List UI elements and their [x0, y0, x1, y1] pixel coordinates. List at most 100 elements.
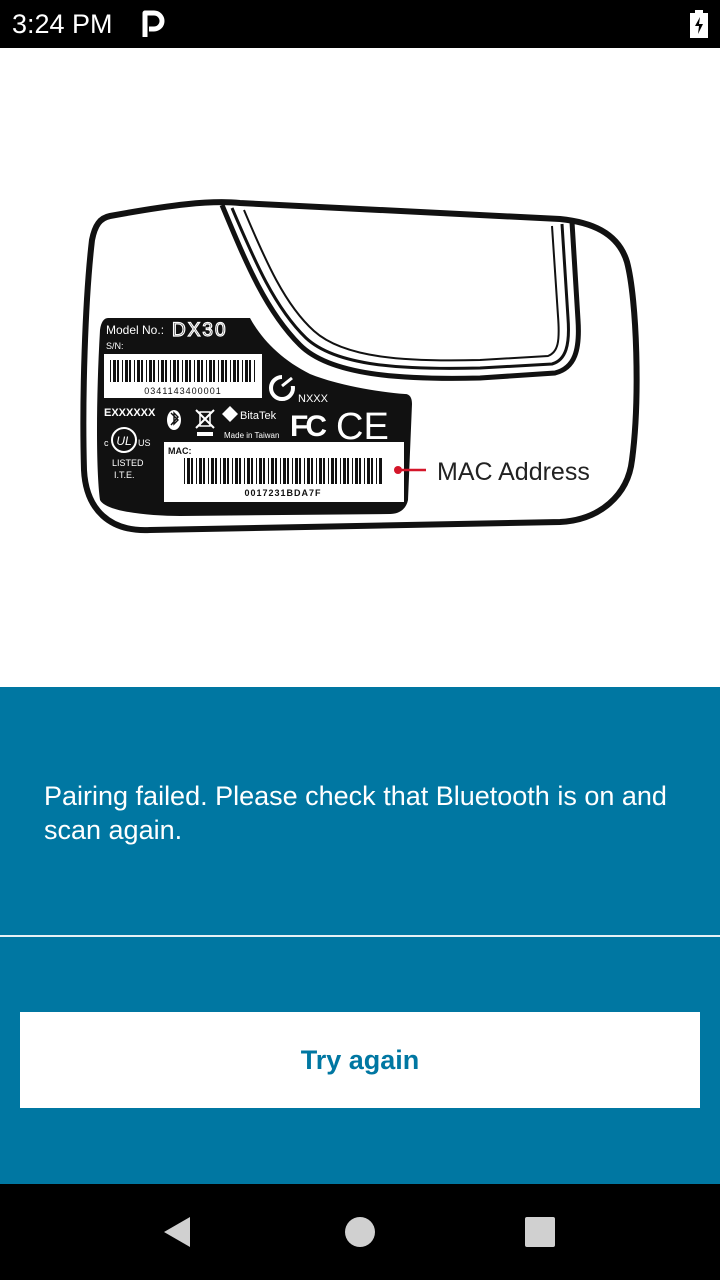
recents-square-icon — [525, 1217, 555, 1247]
barcode-stripe — [259, 458, 262, 484]
pairing-error-panel: Pairing failed. Please check that Blueto… — [0, 687, 720, 1184]
barcode-stripe — [211, 458, 214, 484]
barcode-stripe — [299, 458, 301, 484]
barcode-stripe — [110, 360, 111, 382]
barcode-stripe — [208, 458, 209, 484]
barcode-stripe — [113, 360, 116, 382]
brand-name: BitaTek — [240, 410, 277, 422]
barcode-stripe — [199, 458, 202, 484]
barcode-stripe — [177, 360, 179, 382]
barcode-stripe — [158, 360, 159, 382]
barcode-stripe — [268, 458, 269, 484]
barcode-stripe — [352, 458, 353, 484]
barcode-stripe — [340, 458, 341, 484]
barcode-stripe — [323, 458, 325, 484]
barcode-stripe — [292, 458, 293, 484]
c-tick-code: NXXX — [298, 393, 329, 405]
mac-barcode — [184, 458, 382, 484]
barcode-stripe — [203, 458, 205, 484]
listed-line-1: LISTED — [112, 458, 144, 468]
barcode-stripe — [201, 360, 203, 382]
back-triangle-icon — [164, 1217, 190, 1247]
barcode-stripe — [137, 360, 140, 382]
status-time: 3:24 PM — [12, 9, 113, 39]
barcode-stripe — [182, 360, 183, 382]
barcode-stripe — [134, 360, 135, 382]
barcode-stripe — [230, 360, 231, 382]
barcode-stripe — [187, 458, 190, 484]
barcode-stripe — [271, 458, 274, 484]
barcode-stripe — [149, 360, 152, 382]
model-label: Model No.: — [106, 323, 164, 337]
barcode-stripe — [335, 458, 337, 484]
barcode-stripe — [328, 458, 329, 484]
barcode-stripe — [343, 458, 346, 484]
barcode-stripe — [379, 458, 382, 484]
barcode-stripe — [245, 360, 248, 382]
barcode-stripe — [232, 458, 233, 484]
barcode-stripe — [185, 360, 188, 382]
cert-id: EXXXXXX — [104, 407, 156, 419]
barcode-stripe — [376, 458, 377, 484]
mac-value: 0017231BDA7F — [244, 488, 321, 498]
panel-divider — [0, 935, 720, 937]
barcode-stripe — [161, 360, 164, 382]
barcode-stripe — [196, 458, 197, 484]
model-number: DX30 — [172, 320, 228, 341]
parking-p-icon — [142, 10, 165, 37]
barcode-stripe — [364, 458, 365, 484]
barcode-stripe — [287, 458, 289, 484]
nav-recents-button[interactable] — [490, 1184, 590, 1280]
weee-bar — [197, 432, 213, 436]
barcode-stripe — [146, 360, 147, 382]
barcode-stripe — [347, 458, 349, 484]
mac-address-callout: MAC Address — [437, 458, 590, 486]
barcode-stripe — [213, 360, 215, 382]
barcode-stripe — [235, 458, 238, 484]
barcode-stripe — [233, 360, 236, 382]
nav-back-button[interactable] — [128, 1184, 228, 1280]
try-again-button[interactable]: Try again — [20, 1012, 700, 1108]
barcode-stripe — [311, 458, 313, 484]
barcode-stripe — [117, 360, 119, 382]
barcode-stripe — [206, 360, 207, 382]
barcode-stripe — [129, 360, 131, 382]
barcode-stripe — [173, 360, 176, 382]
barcode-stripe — [215, 458, 217, 484]
barcode-stripe — [247, 458, 250, 484]
barcode-stripe — [304, 458, 305, 484]
barcode-stripe — [242, 360, 243, 382]
barcode-stripe — [331, 458, 334, 484]
pairing-error-message: Pairing failed. Please check that Blueto… — [44, 781, 667, 845]
barcode-stripe — [319, 458, 322, 484]
barcode-stripe — [220, 458, 221, 484]
battery-charging-icon — [690, 10, 708, 38]
barcode-stripe — [223, 458, 226, 484]
listed-line-2: I.T.E. — [114, 470, 135, 480]
nav-home-button[interactable] — [310, 1184, 410, 1280]
barcode-stripe — [218, 360, 219, 382]
sn-label: S/N: — [106, 341, 124, 351]
ul-left: c — [104, 438, 109, 448]
barcode-stripe — [283, 458, 286, 484]
system-nav-bar — [0, 1184, 720, 1280]
barcode-stripe — [316, 458, 317, 484]
barcode-stripe — [280, 458, 281, 484]
barcode-stripe — [153, 360, 155, 382]
barcode-stripe — [254, 360, 255, 382]
sn-value: 0341143400001 — [144, 386, 221, 396]
barcode-stripe — [197, 360, 200, 382]
barcode-stripe — [227, 458, 229, 484]
barcode-stripe — [371, 458, 373, 484]
ce-mark: CE — [336, 406, 389, 448]
barcode-stripe — [295, 458, 298, 484]
barcode-stripe — [125, 360, 128, 382]
ul-mark: UL — [116, 434, 131, 448]
status-bar: 3:24 PM — [0, 0, 720, 48]
barcode-stripe — [249, 360, 251, 382]
mac-label: MAC: — [168, 446, 192, 456]
barcode-stripe — [189, 360, 191, 382]
barcode-stripe — [239, 458, 241, 484]
barcode-stripe — [237, 360, 239, 382]
barcode-stripe — [184, 458, 185, 484]
